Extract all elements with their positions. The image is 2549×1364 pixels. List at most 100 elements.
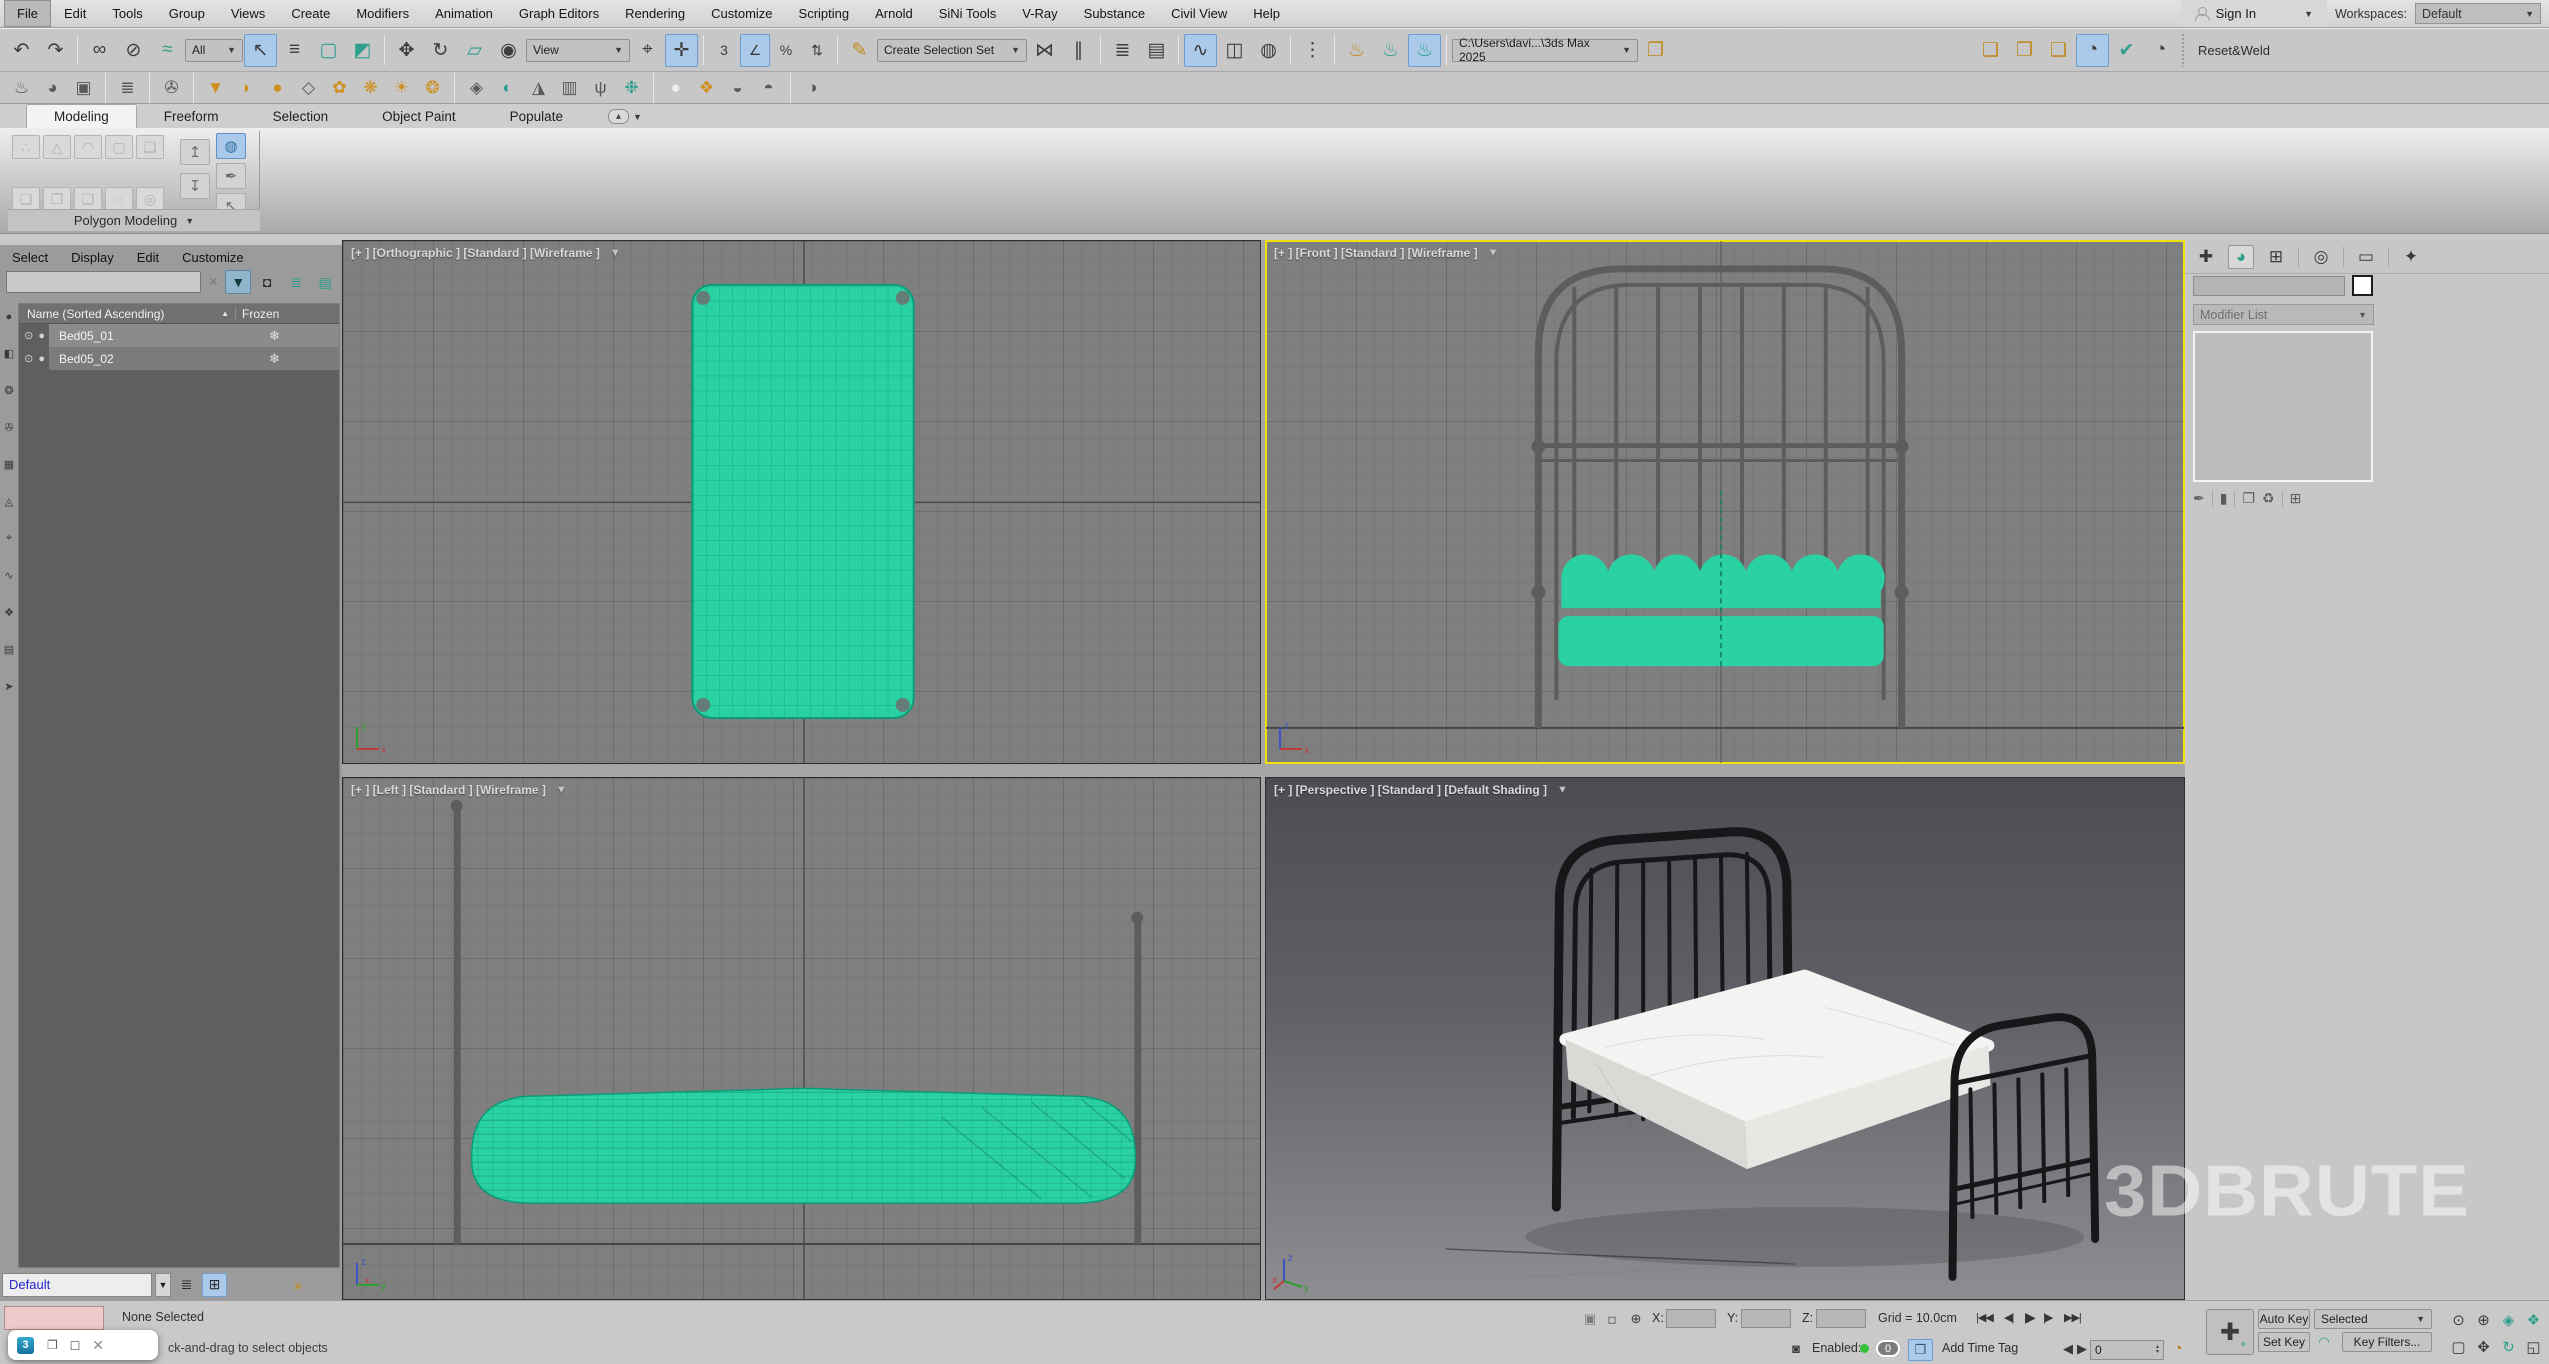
ribbon-tab-populate[interactable]: Populate <box>483 105 590 128</box>
orthographic-canvas[interactable] <box>343 241 1260 764</box>
orbit-icon[interactable]: ↻ <box>2496 1334 2521 1359</box>
menu-graph-editors[interactable]: Graph Editors <box>506 0 612 27</box>
render-last-icon[interactable]: ◕ <box>39 75 66 101</box>
vray-toon-icon[interactable]: ◒ <box>724 75 751 101</box>
vray-mesh-light-icon[interactable]: ◇ <box>295 75 322 101</box>
angle-snap-toggle-button[interactable]: ∠ <box>740 34 770 67</box>
eye-icon[interactable]: ⊙ <box>24 329 33 342</box>
percent-snap-toggle-button[interactable]: % <box>771 34 801 67</box>
viewport-label-text[interactable]: [+ ] [Left ] [Standard ] [Wireframe ] <box>351 783 546 797</box>
viewport-label[interactable]: [+ ] [Left ] [Standard ] [Wireframe ] ▼ <box>351 783 567 797</box>
zoom-extents-icon[interactable]: ◈ <box>2496 1307 2521 1332</box>
toggle-cameras-icon[interactable]: ✇ <box>4 421 13 434</box>
funnel-icon[interactable]: ▼ <box>556 784 567 796</box>
light-lister-icon[interactable]: ≣ <box>114 75 141 101</box>
menu-civil-view[interactable]: Civil View <box>1158 0 1240 27</box>
menu-arnold[interactable]: Arnold <box>862 0 926 27</box>
toggle-bones-icon[interactable]: ➤ <box>4 680 13 693</box>
toggle-lights-icon[interactable]: ❂ <box>4 384 13 397</box>
undo-button[interactable]: ↶ <box>5 34 38 67</box>
render-production-button[interactable]: ♨ <box>1408 34 1441 67</box>
time-configuration-icon[interactable]: ◔ <box>2168 1338 2188 1358</box>
select-and-rotate-button[interactable]: ↻ <box>424 34 457 67</box>
toggle-scene-explorer-button[interactable]: ≣ <box>1106 34 1139 67</box>
render-frame-window-icon[interactable]: ▣ <box>70 75 97 101</box>
front-canvas[interactable] <box>1266 241 2184 764</box>
vray-dome-light-icon[interactable]: ◗ <box>233 75 260 101</box>
ribbon-tab-object-paint[interactable]: Object Paint <box>355 105 483 128</box>
vray-displacement-icon[interactable]: ◓ <box>755 75 782 101</box>
polygon-modeling-panel-header[interactable]: Polygon Modeling ▼ <box>8 209 260 231</box>
viewport-label[interactable]: [+ ] [Perspective ] [Standard ] [Default… <box>1274 783 1568 797</box>
lock-explorer-icon[interactable]: ◘ <box>254 270 280 294</box>
sign-in-button[interactable]: Sign In ▼ <box>2181 0 2327 27</box>
perspective-canvas[interactable] <box>1266 778 2184 1300</box>
modify-tab[interactable]: ◕ <box>2228 245 2254 269</box>
viewport-label-text[interactable]: [+ ] [Perspective ] [Standard ] [Default… <box>1274 783 1547 797</box>
eye-icon[interactable]: ⊙ <box>24 352 33 365</box>
vray-physical-camera-icon[interactable]: ◮ <box>525 75 552 101</box>
toggle-helpers-icon[interactable]: ▦ <box>4 458 14 471</box>
render-setup-button[interactable]: ♨ <box>1340 34 1373 67</box>
menu-group[interactable]: Group <box>156 0 218 27</box>
name-column-header[interactable]: Name (Sorted Ascending) ▲ <box>19 307 235 321</box>
frame-forward-icon[interactable]: ▶ <box>2072 1339 2092 1359</box>
ribbon-minimize-control[interactable]: ▴ ▼ <box>608 109 642 124</box>
toggle-xrefs-icon[interactable]: ❖ <box>4 606 14 619</box>
key-tangent-icon[interactable]: ◠ <box>2314 1332 2334 1352</box>
toggle-spacewarps-icon[interactable]: ⌖ <box>6 532 12 545</box>
select-by-name-button[interactable]: ≡ <box>278 34 311 67</box>
select-and-move-button[interactable]: ✥ <box>390 34 423 67</box>
reference-coordinate-dropdown[interactable]: View ▼ <box>526 39 630 62</box>
scene-check-button[interactable]: ✔ <box>2110 34 2143 67</box>
key-mode-dropdown[interactable]: Selected ▼ <box>2314 1309 2432 1329</box>
shrink-selection-button[interactable]: ◌ <box>105 187 133 211</box>
zoom-icon[interactable]: ⊙ <box>2446 1307 2471 1332</box>
time-tag-cube-icon[interactable]: ❒ <box>1908 1339 1933 1361</box>
overflow-chevrons[interactable]: » <box>294 1277 302 1293</box>
menu-customize[interactable]: Customize <box>698 0 785 27</box>
key-filters-button[interactable]: Key Filters... <box>2342 1332 2432 1352</box>
isolate-selection-icon[interactable]: ▣ <box>1580 1309 1600 1329</box>
vray-clipper-icon[interactable]: ▥ <box>556 75 583 101</box>
menu-views[interactable]: Views <box>218 0 278 27</box>
show-end-result-icon[interactable]: ▮ <box>2220 490 2228 507</box>
vray-sphere-fade-icon[interactable]: ● <box>662 75 689 101</box>
ribbon-tab-modeling[interactable]: Modeling <box>26 104 137 128</box>
spinner-arrows[interactable]: ▴▾ <box>2156 1345 2159 1355</box>
flat-view-icon[interactable]: ▤ <box>312 270 338 294</box>
edge-mode-button[interactable]: △ <box>43 135 71 159</box>
z-coordinate-field[interactable] <box>1816 1309 1866 1328</box>
schematic-view-button[interactable]: ◫ <box>1218 34 1251 67</box>
menu-file[interactable]: File <box>4 0 51 27</box>
menu-edit[interactable]: Edit <box>51 0 99 27</box>
clear-search-icon[interactable]: ✕ <box>204 274 222 290</box>
toggle-groups-icon[interactable]: ∿ <box>4 569 13 582</box>
auto-key-button[interactable]: Auto Key <box>2258 1309 2310 1329</box>
render-shortcuts-button[interactable]: ❐ <box>1639 34 1672 67</box>
show-end-result-button[interactable]: ◍ <box>216 133 246 159</box>
vray-infinite-plane-icon[interactable]: ◐ <box>494 75 521 101</box>
set-keys-button[interactable]: ✚ ⚬ <box>2206 1309 2254 1355</box>
vray-plane-light-icon[interactable]: ▼ <box>202 75 229 101</box>
menu-create[interactable]: Create <box>278 0 343 27</box>
modifier-stack[interactable] <box>2193 331 2373 482</box>
menu-vray[interactable]: V-Ray <box>1009 0 1070 27</box>
funnel-icon[interactable]: ▼ <box>1488 247 1499 259</box>
reset-weld-label[interactable]: Reset&Weld <box>2190 43 2278 58</box>
autobackup-toggle-button[interactable]: ◔ <box>2076 34 2109 67</box>
pin-stack-icon[interactable]: ✒ <box>2193 490 2205 507</box>
search-input[interactable] <box>6 271 201 293</box>
close-icon[interactable]: ✕ <box>92 1337 104 1354</box>
select-and-manipulate-button[interactable]: ✛ <box>665 34 698 67</box>
duplicate-window-icon[interactable]: ❐ <box>47 1338 58 1352</box>
frozen-column-header[interactable]: Frozen <box>235 307 339 321</box>
collapse-to-above-button[interactable]: ↥ <box>180 139 210 165</box>
vray-sun-burst-icon[interactable]: ❂ <box>419 75 446 101</box>
collapse-to-below-button[interactable]: ↧ <box>180 173 210 199</box>
vertex-mode-button[interactable]: ∴ <box>12 135 40 159</box>
chevron-down-icon[interactable]: ▼ <box>155 1273 171 1297</box>
border-mode-button[interactable]: ◠ <box>74 135 102 159</box>
funnel-icon[interactable]: ▼ <box>610 247 621 259</box>
polygon-mode-button[interactable]: ▢ <box>105 135 133 159</box>
